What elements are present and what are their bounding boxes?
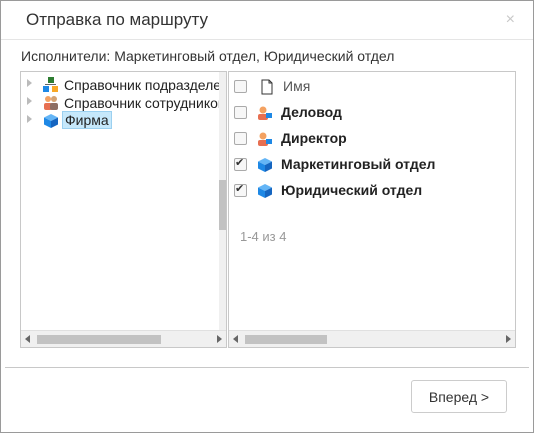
- close-icon[interactable]: ×: [506, 11, 515, 29]
- dialog-title: Отправка по маршруту: [26, 10, 209, 29]
- dialog-header: Отправка по маршруту ×: [1, 1, 533, 40]
- row-checkbox[interactable]: [234, 106, 247, 119]
- tree-horizontal-scrollbar[interactable]: [21, 330, 226, 347]
- document-icon: [261, 79, 273, 95]
- department-cube-icon: [258, 158, 272, 172]
- executors-label: Исполнители: Маркетинговый отдел, Юридич…: [21, 48, 395, 64]
- tree-vertical-scrollbar[interactable]: [219, 72, 226, 330]
- footer-divider: [5, 367, 529, 368]
- row-label: Деловод: [281, 104, 342, 120]
- row-label: Маркетинговый отдел: [281, 156, 436, 172]
- scroll-right-icon[interactable]: [506, 335, 511, 343]
- row-checkbox[interactable]: [234, 132, 247, 145]
- grid-panel: Имя Деловод Директор ✔ Маркетинговый отд…: [228, 71, 516, 348]
- tree-item-label: Фирма: [62, 111, 112, 129]
- grid-row[interactable]: Деловод: [229, 100, 515, 126]
- expand-arrow-icon[interactable]: [27, 97, 32, 105]
- vertical-scroll-thumb[interactable]: [219, 180, 226, 230]
- row-checkbox[interactable]: [234, 156, 247, 171]
- user-icon: [258, 106, 272, 120]
- pagination-counter: 1-4 из 4: [240, 229, 287, 244]
- scroll-left-icon[interactable]: [233, 335, 238, 343]
- column-header-name[interactable]: Имя: [283, 78, 310, 94]
- grid-row[interactable]: Директор: [229, 126, 515, 152]
- tree-panel: Справочник подразделений Справочник сотр…: [20, 71, 227, 348]
- firm-cube-icon: [44, 114, 58, 128]
- expand-arrow-icon[interactable]: [27, 115, 32, 123]
- scroll-left-icon[interactable]: [25, 335, 30, 343]
- row-checkbox[interactable]: [234, 182, 247, 197]
- tree-item-label: Справочник сотрудников: [64, 95, 226, 111]
- grid-horizontal-scrollbar[interactable]: [229, 330, 515, 347]
- row-label: Юридический отдел: [281, 182, 423, 198]
- next-button[interactable]: Вперед >: [411, 380, 507, 413]
- horizontal-scroll-thumb[interactable]: [245, 335, 327, 344]
- tree-item-label: Справочник подразделений: [64, 77, 227, 93]
- row-label: Директор: [281, 130, 347, 146]
- route-dialog: Отправка по маршруту × Исполнители: Марк…: [0, 0, 534, 433]
- expand-arrow-icon[interactable]: [27, 79, 32, 87]
- employees-icon: [44, 96, 58, 110]
- grid-header-row: Имя: [229, 74, 515, 100]
- department-cube-icon: [258, 184, 272, 198]
- horizontal-scroll-thumb[interactable]: [37, 335, 161, 344]
- grid-row[interactable]: Юридический отдел: [229, 178, 515, 204]
- user-icon: [258, 132, 272, 146]
- grid-row[interactable]: Маркетинговый отдел: [229, 152, 515, 178]
- org-units-icon: [43, 77, 58, 92]
- scroll-right-icon[interactable]: [217, 335, 222, 343]
- select-all-checkbox[interactable]: [234, 80, 247, 93]
